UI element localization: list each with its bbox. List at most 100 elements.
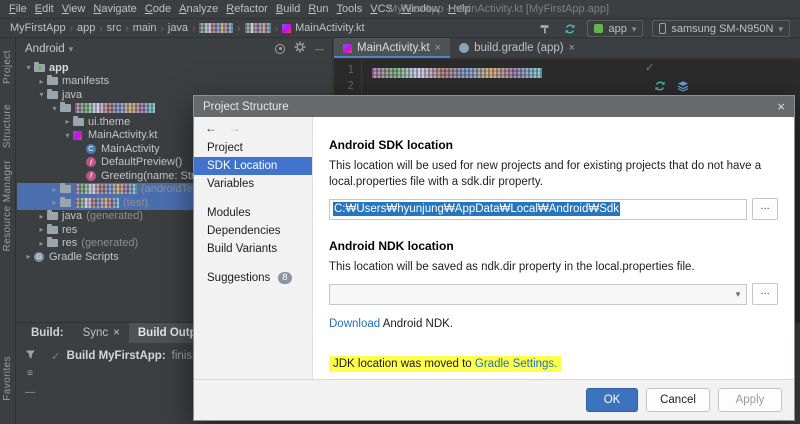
download-ndk-line: Download Android NDK. bbox=[329, 318, 778, 330]
ok-button[interactable]: OK bbox=[586, 388, 638, 412]
sidebar-item-variables[interactable]: Variables bbox=[194, 175, 312, 193]
sdk-path-value: C:₩Users₩hyunjung₩AppData₩Local₩Android₩… bbox=[333, 202, 621, 217]
breadcrumb-src[interactable]: src bbox=[107, 22, 122, 34]
menu-file[interactable]: File bbox=[5, 3, 31, 15]
forward-arrow-icon[interactable] bbox=[229, 121, 241, 135]
dialog-titlebar[interactable]: Project Structure bbox=[194, 96, 794, 117]
chevron-down-icon[interactable] bbox=[49, 104, 60, 113]
tool-button-resource-manager[interactable]: Resource Manager bbox=[2, 160, 13, 251]
tool-button-favorites[interactable]: Favorites bbox=[2, 356, 13, 401]
breadcrumb-project[interactable]: MyFirstApp bbox=[10, 22, 66, 34]
menu-analyze[interactable]: Analyze bbox=[175, 3, 222, 15]
menu-navigate[interactable]: Navigate bbox=[89, 3, 140, 15]
function-icon bbox=[86, 157, 101, 168]
sidebar-item-build-variants[interactable]: Build Variants bbox=[194, 240, 312, 258]
sidebar-item-modules[interactable]: Modules bbox=[194, 204, 312, 222]
package-icon bbox=[60, 196, 75, 207]
menu-tools[interactable]: Tools bbox=[333, 3, 367, 15]
menu-edit[interactable]: Edit bbox=[31, 3, 58, 15]
gradle-sync-icon[interactable] bbox=[654, 80, 666, 95]
ndk-browse-button[interactable]: ... bbox=[752, 283, 778, 306]
package-icon bbox=[60, 183, 75, 194]
sidebar-item-suggestions[interactable]: Suggestions 8 bbox=[194, 269, 312, 287]
build-output-toolbar: ≡ — bbox=[17, 345, 43, 424]
breadcrumb-current-file[interactable]: MainActivity.kt bbox=[282, 22, 365, 34]
breadcrumb-java[interactable]: java bbox=[168, 22, 188, 34]
device-select[interactable]: samsung SM-N950N bbox=[652, 20, 790, 37]
run-configuration-select[interactable]: app bbox=[587, 20, 644, 37]
chevron-right-icon[interactable] bbox=[49, 198, 60, 207]
breadcrumb-separator-icon bbox=[99, 23, 102, 34]
cancel-button[interactable]: Cancel bbox=[646, 388, 710, 412]
breadcrumb-main[interactable]: main bbox=[133, 22, 157, 34]
build-hammer-icon[interactable] bbox=[537, 21, 553, 37]
tree-item-app[interactable]: app bbox=[17, 61, 332, 75]
sidebar-item-sdk-location[interactable]: SDK Location bbox=[194, 157, 312, 175]
menu-build[interactable]: Build bbox=[272, 3, 304, 15]
menu-code[interactable]: Code bbox=[141, 3, 175, 15]
breadcrumb-app[interactable]: app bbox=[77, 22, 95, 34]
redacted-code-line bbox=[372, 67, 542, 78]
sidebar-item-dependencies[interactable]: Dependencies bbox=[194, 222, 312, 240]
tree-item-suffix: (generated) bbox=[86, 210, 144, 223]
ndk-path-combo[interactable] bbox=[329, 283, 748, 305]
locate-file-icon[interactable] bbox=[275, 43, 285, 54]
tab-sync[interactable]: Sync bbox=[74, 323, 129, 343]
folder-icon bbox=[47, 223, 62, 234]
breadcrumb-redacted-package bbox=[244, 23, 271, 33]
gradle-settings-link[interactable]: Gradle Settings. bbox=[475, 358, 557, 370]
toolbar-right-actions: app samsung SM-N950N bbox=[537, 20, 790, 37]
download-ndk-link[interactable]: Download bbox=[329, 318, 380, 330]
ndk-location-description: This location will be saved as ndk.dir p… bbox=[329, 261, 695, 274]
chevron-right-icon[interactable] bbox=[36, 239, 47, 248]
sidebar-item-project[interactable]: Project bbox=[194, 139, 312, 157]
chevron-down-icon[interactable] bbox=[23, 63, 34, 72]
chevron-right-icon[interactable] bbox=[36, 225, 47, 234]
inspections-ok-icon[interactable] bbox=[645, 61, 654, 74]
settings-gear-icon[interactable] bbox=[294, 41, 306, 56]
close-icon[interactable] bbox=[435, 43, 441, 54]
back-arrow-icon[interactable] bbox=[205, 121, 217, 135]
jdk-note-text: JDK location was moved to bbox=[333, 358, 475, 371]
chevron-right-icon[interactable] bbox=[62, 117, 73, 126]
menu-refactor[interactable]: Refactor bbox=[222, 3, 272, 15]
close-icon[interactable] bbox=[569, 43, 575, 54]
collapse-all-icon[interactable]: — bbox=[25, 388, 35, 398]
breadcrumb-separator-icon bbox=[125, 23, 128, 34]
tool-button-project[interactable]: Project bbox=[2, 50, 13, 84]
breadcrumb-separator-icon bbox=[237, 23, 240, 34]
tab-mainactivity-kt[interactable]: MainActivity.kt bbox=[334, 38, 451, 58]
project-view-select[interactable]: Android bbox=[25, 43, 65, 55]
folder-icon bbox=[47, 210, 62, 221]
apply-button[interactable]: Apply bbox=[718, 388, 782, 412]
close-icon[interactable] bbox=[113, 327, 120, 339]
tree-item-label: app bbox=[49, 61, 69, 74]
chevron-down-icon[interactable] bbox=[36, 90, 47, 99]
chevron-down-icon[interactable] bbox=[62, 131, 73, 140]
chevron-right-icon[interactable] bbox=[49, 185, 60, 194]
tree-item-manifests[interactable]: manifests bbox=[17, 75, 332, 89]
chevron-right-icon[interactable] bbox=[23, 252, 34, 261]
sdk-browse-button[interactable]: ... bbox=[752, 198, 778, 221]
chevron-right-icon[interactable] bbox=[36, 77, 47, 86]
chevron-right-icon[interactable] bbox=[36, 212, 47, 221]
tree-item-label: manifests bbox=[62, 75, 110, 88]
tree-item-label: res bbox=[62, 223, 78, 236]
sdk-path-field[interactable]: C:₩Users₩hyunjung₩AppData₩Local₩Android₩… bbox=[329, 198, 748, 220]
layers-icon[interactable] bbox=[677, 80, 689, 95]
code-area[interactable] bbox=[372, 65, 800, 79]
menu-run[interactable]: Run bbox=[304, 3, 332, 15]
tool-button-structure[interactable]: Structure bbox=[2, 104, 13, 148]
sidebar-item-label: Suggestions bbox=[207, 272, 271, 284]
breadcrumb-redacted-package bbox=[199, 23, 234, 33]
close-icon[interactable] bbox=[777, 100, 785, 113]
chevron-down-icon bbox=[736, 288, 741, 300]
menu-view[interactable]: View bbox=[58, 3, 90, 15]
tab-build-gradle[interactable]: build.gradle (app) bbox=[450, 38, 584, 58]
filter-icon[interactable] bbox=[25, 349, 36, 360]
expand-all-icon[interactable]: ≡ bbox=[27, 369, 33, 379]
gradle-sync-icon[interactable] bbox=[562, 21, 578, 37]
android-studio-window: File Edit View Navigate Code Analyze Ref… bbox=[0, 0, 800, 424]
hide-panel-icon[interactable] bbox=[315, 43, 324, 55]
android-app-folder-icon bbox=[34, 61, 49, 72]
